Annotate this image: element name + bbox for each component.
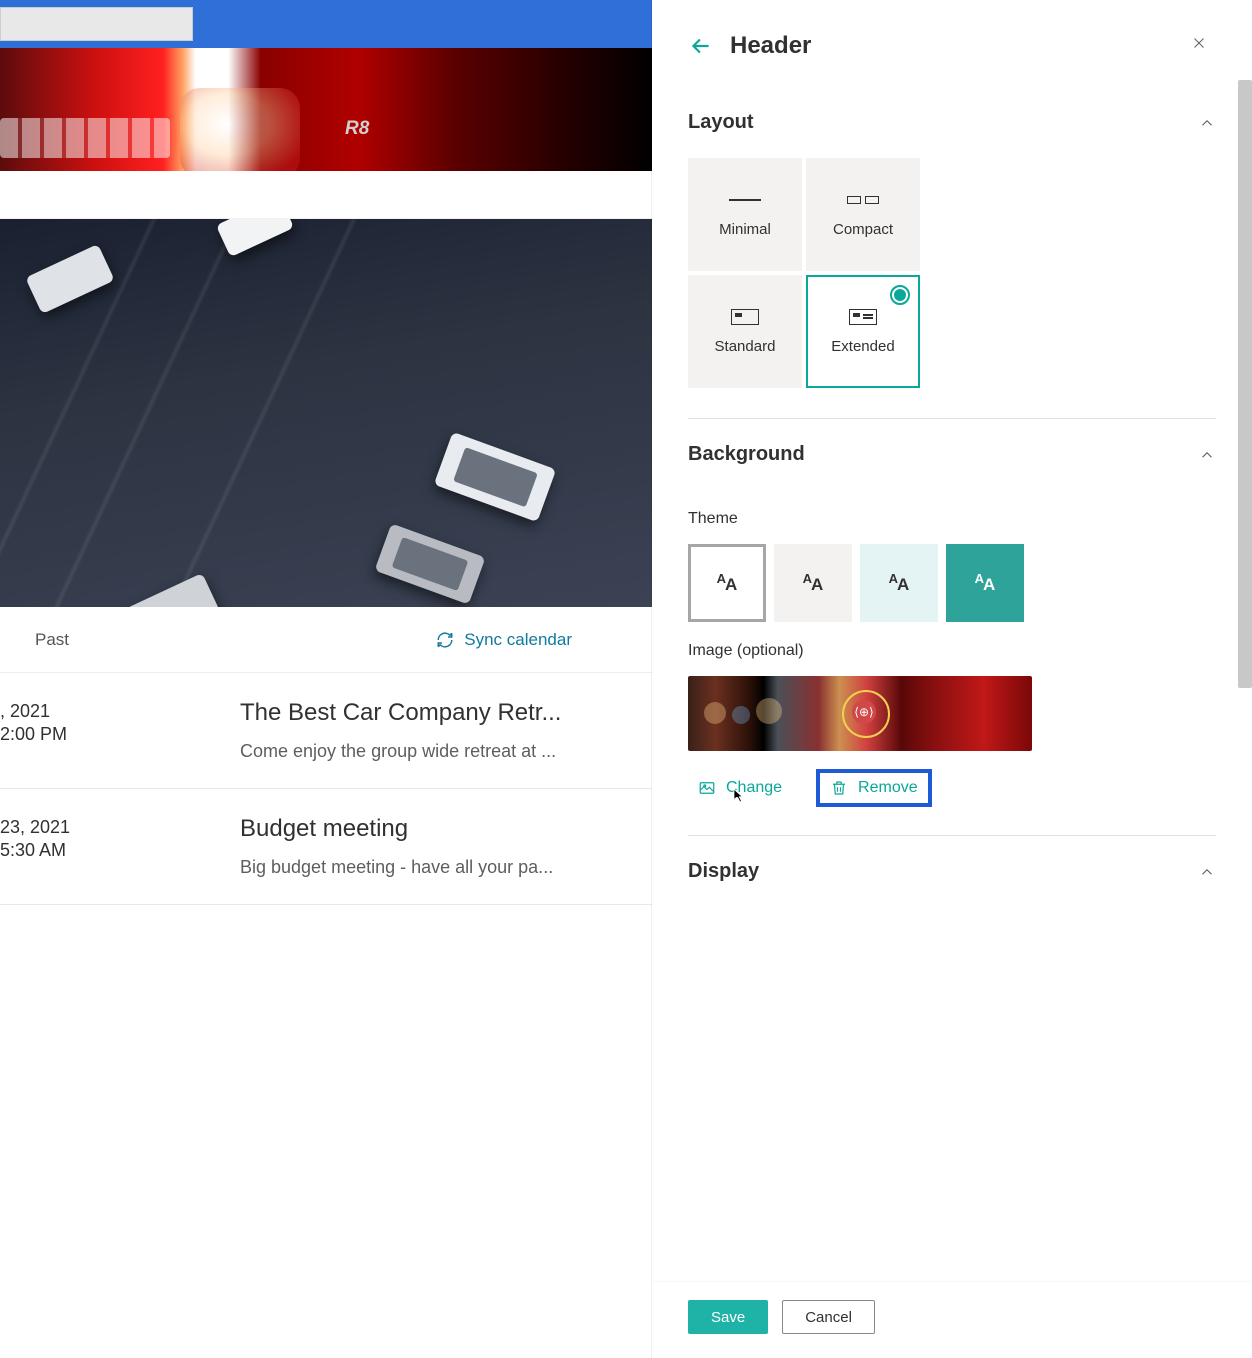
sync-label: Sync calendar xyxy=(464,630,572,650)
sync-calendar-button[interactable]: Sync calendar xyxy=(436,630,632,650)
remove-label: Remove xyxy=(858,779,918,797)
trash-icon xyxy=(830,779,848,797)
section-title: Display xyxy=(688,860,759,883)
event-desc: Big budget meeting - have all your pa... xyxy=(240,857,632,878)
search-input[interactable] xyxy=(0,7,193,41)
section-layout: Layout Minimal Compact Standard xyxy=(688,107,1216,388)
layout-option-extended[interactable]: Extended xyxy=(806,275,920,388)
chevron-up-icon xyxy=(1198,446,1216,464)
aa-icon xyxy=(889,571,910,595)
chevron-up-icon xyxy=(1198,114,1216,132)
aa-icon xyxy=(975,571,996,595)
theme-swatch-light[interactable] xyxy=(688,544,766,622)
save-button[interactable]: Save xyxy=(688,1300,768,1334)
event-date: 23, 2021 xyxy=(0,815,210,840)
remove-image-button[interactable]: Remove xyxy=(816,769,932,807)
event-row[interactable]: 23, 2021 5:30 AM Budget meeting Big budg… xyxy=(0,789,652,905)
event-title: The Best Car Company Retr... xyxy=(240,699,632,727)
layout-label: Minimal xyxy=(719,221,771,238)
panel-body: Layout Minimal Compact Standard xyxy=(652,83,1252,1281)
panel-title: Header xyxy=(730,32,811,60)
image-preview[interactable]: ⟨⊕⟩ xyxy=(688,676,1032,751)
minimal-icon xyxy=(729,199,761,201)
theme-options xyxy=(688,544,1216,622)
panel-header: Header xyxy=(652,0,1252,83)
aa-icon xyxy=(717,571,738,595)
events-tabs: Past Sync calendar xyxy=(0,607,652,673)
aa-icon xyxy=(803,571,824,595)
layout-label: Standard xyxy=(715,338,776,355)
spacer xyxy=(0,171,652,219)
theme-swatch-neutral[interactable] xyxy=(774,544,852,622)
layout-label: Compact xyxy=(833,221,893,238)
section-header-display[interactable]: Display xyxy=(688,856,1216,907)
event-time: 2:00 PM xyxy=(0,724,210,745)
compact-icon xyxy=(847,196,879,204)
extended-icon xyxy=(849,309,877,325)
close-icon xyxy=(1190,34,1208,52)
hero-image xyxy=(0,219,652,607)
theme-label: Theme xyxy=(688,510,1216,528)
close-button[interactable] xyxy=(1186,30,1212,61)
layout-option-standard[interactable]: Standard xyxy=(688,275,802,388)
sync-icon xyxy=(436,631,454,649)
focal-point-icon[interactable]: ⟨⊕⟩ xyxy=(852,700,876,724)
tab-past[interactable]: Past xyxy=(20,630,69,650)
event-row[interactable]: , 2021 2:00 PM The Best Car Company Retr… xyxy=(0,673,652,789)
event-time: 5:30 AM xyxy=(0,840,210,861)
picture-icon xyxy=(698,779,716,797)
layout-option-minimal[interactable]: Minimal xyxy=(688,158,802,271)
header-settings-panel: Header Layout Minimal Compact xyxy=(652,0,1252,1358)
layout-label: Extended xyxy=(831,338,894,355)
cursor-icon xyxy=(728,787,746,805)
event-date: , 2021 xyxy=(0,699,210,724)
section-title: Background xyxy=(688,443,805,466)
section-header-background[interactable]: Background xyxy=(688,439,1216,490)
banner-badge-text: R8 xyxy=(345,118,369,140)
section-display: Display xyxy=(688,835,1216,907)
chevron-up-icon xyxy=(1198,863,1216,881)
page-main: R8 Past Sync calendar , 2021 2:00 PM The… xyxy=(0,0,652,1358)
panel-footer: Save Cancel xyxy=(652,1281,1252,1358)
image-label: Image (optional) xyxy=(688,642,1216,660)
cancel-button[interactable]: Cancel xyxy=(782,1300,875,1334)
standard-icon xyxy=(731,309,759,325)
top-bar xyxy=(0,0,652,48)
event-title: Budget meeting xyxy=(240,815,632,843)
site-header-banner: R8 xyxy=(0,48,652,171)
layout-option-compact[interactable]: Compact xyxy=(806,158,920,271)
section-background: Background Theme Image (optional) ⟨⊕⟩ Ch… xyxy=(688,418,1216,807)
event-desc: Come enjoy the group wide retreat at ... xyxy=(240,741,632,762)
theme-swatch-soft[interactable] xyxy=(860,544,938,622)
back-arrow-icon[interactable] xyxy=(688,33,714,59)
section-header-layout[interactable]: Layout xyxy=(688,107,1216,158)
theme-swatch-strong[interactable] xyxy=(946,544,1024,622)
section-title: Layout xyxy=(688,111,754,134)
